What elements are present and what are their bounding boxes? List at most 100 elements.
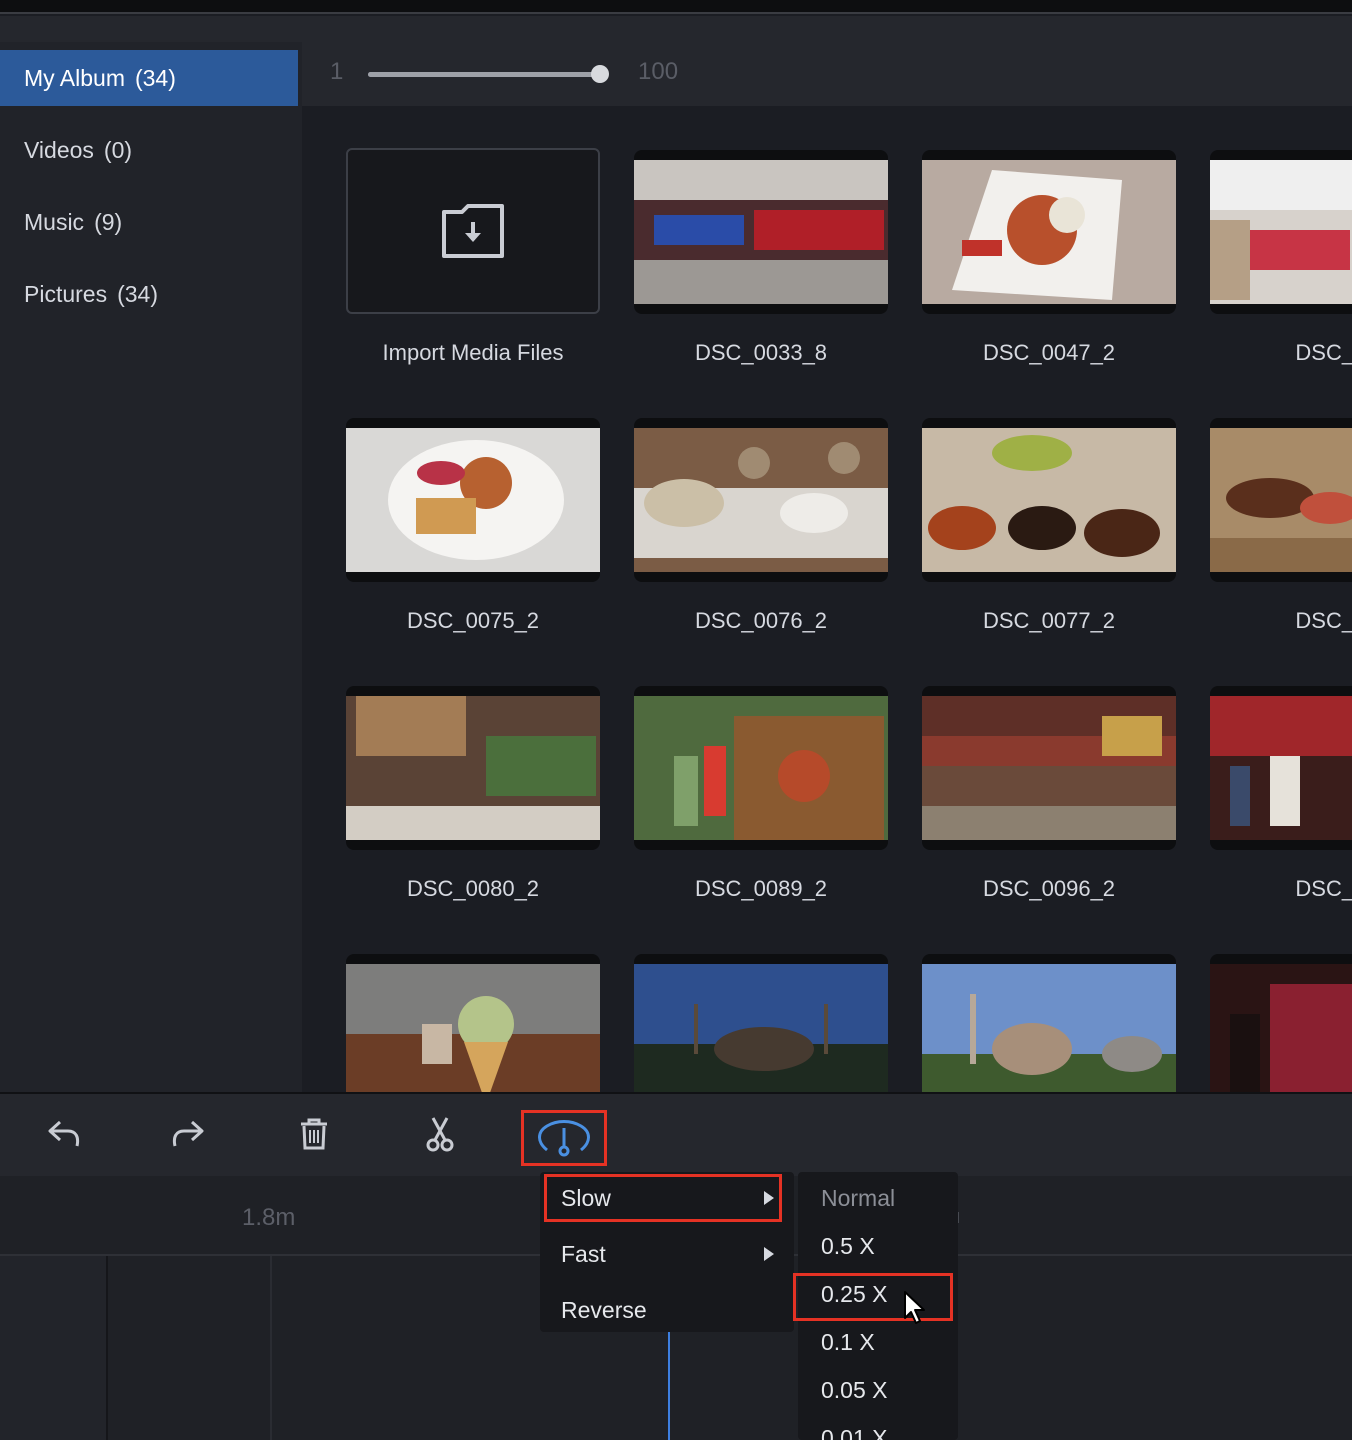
speed-option-0.5x[interactable]: 0.5 X <box>798 1222 958 1270</box>
speed-option-0.05x[interactable]: 0.05 X <box>798 1366 958 1414</box>
tile-label: DSC_0077_2 <box>982 608 1116 633</box>
submenu-arrow-icon <box>764 1191 774 1205</box>
media-tile[interactable]: DSC_01 <box>1210 686 1352 902</box>
media-tile[interactable]: DSC_0033_8 <box>634 150 888 366</box>
tile-label: DSC_0047_2 <box>982 340 1116 365</box>
import-box[interactable] <box>346 148 600 314</box>
media-tile[interactable]: DSC_0076_2 <box>634 418 888 634</box>
tile-label: DSC_0096_2 <box>982 876 1116 901</box>
thumbnail[interactable] <box>634 150 888 314</box>
sidebar-item-count: (9) <box>94 208 123 235</box>
thumbnail[interactable] <box>922 150 1176 314</box>
sidebar-item-pictures[interactable]: Pictures (34) <box>0 266 298 322</box>
slider-min-label: 1 <box>330 58 344 85</box>
tile-label: DSC_0089_2 <box>694 876 828 901</box>
speed-option-0.1x[interactable]: 0.1 X <box>798 1318 958 1366</box>
media-tile[interactable]: DSC_0077_2 <box>922 418 1176 634</box>
media-tile[interactable]: DSC_0096_2 <box>922 686 1176 902</box>
sidebar-item-label: Pictures <box>24 280 108 307</box>
thumbnail[interactable] <box>1210 686 1352 850</box>
thumbnail-mosque-night-image <box>634 964 888 1092</box>
tile-label: DSC_0080_2 <box>406 876 540 901</box>
thumbnail-dishes-image <box>922 428 1176 572</box>
thumbnail[interactable] <box>634 686 888 850</box>
slider-max-label: 100 <box>638 58 679 85</box>
speed-button[interactable] <box>521 1110 607 1166</box>
thumbnail[interactable] <box>1210 418 1352 582</box>
media-tile[interactable] <box>1210 954 1352 1092</box>
cut-button[interactable] <box>418 1112 462 1156</box>
media-tile[interactable]: DSC_0089_2 <box>634 686 888 902</box>
thumbnail[interactable] <box>634 418 888 582</box>
thumbnail-mosque-day-image <box>922 964 1176 1092</box>
delete-button[interactable] <box>292 1112 336 1156</box>
sidebar-item-my-album[interactable]: My Album (34) <box>0 50 298 106</box>
trash-icon <box>301 1118 327 1150</box>
media-tile[interactable] <box>346 954 600 1092</box>
thumbnail-lounge-image <box>1210 160 1352 304</box>
slider-fill <box>368 72 600 77</box>
sidebar-item-music[interactable]: Music (9) <box>0 194 298 250</box>
sidebar-item-videos[interactable]: Videos (0) <box>0 122 298 178</box>
playhead[interactable] <box>668 1330 670 1440</box>
thumbnail[interactable] <box>346 686 600 850</box>
track-header <box>0 1256 108 1440</box>
menu-item-label: Reverse <box>561 1296 647 1323</box>
speed-option-label: 0.25 X <box>821 1280 888 1307</box>
folder-import-icon <box>442 204 504 258</box>
undo-icon <box>48 1120 80 1147</box>
undo-button[interactable] <box>42 1112 86 1156</box>
thumbnail-spices-image <box>922 696 1176 840</box>
thumbnail-plate-image <box>922 160 1176 304</box>
thumbnail-icecream-image <box>346 964 600 1092</box>
sidebar: My Album (34) Videos (0) Music (9) Pictu… <box>0 42 302 1092</box>
thumbnail-buffet-image <box>634 428 888 572</box>
thumbnail[interactable] <box>922 954 1176 1092</box>
track-divider <box>270 1256 272 1440</box>
sidebar-item-label: My Album <box>24 64 125 91</box>
thumbnail-bazaar-image <box>1210 964 1352 1092</box>
thumbnail[interactable] <box>634 954 888 1092</box>
menu-item-reverse[interactable]: Reverse <box>540 1286 794 1334</box>
thumbnail[interactable] <box>1210 150 1352 314</box>
thumbnail[interactable] <box>922 686 1176 850</box>
media-tile[interactable]: DSC_00 <box>1210 150 1352 366</box>
thumbnail-shop-image <box>1210 696 1352 840</box>
redo-button[interactable] <box>166 1112 210 1156</box>
thumbnail-food-image <box>1210 428 1352 572</box>
title-bar <box>0 0 1352 14</box>
sidebar-item-count: (0) <box>103 136 133 163</box>
sidebar-item-label: Music <box>24 208 85 235</box>
media-tile[interactable]: DSC_0075_2 <box>346 418 600 634</box>
speed-option-label: 0.05 X <box>821 1376 888 1403</box>
media-tile[interactable]: DSC_0080_2 <box>346 686 600 902</box>
sidebar-item-label: Videos <box>24 136 94 163</box>
edit-toolbar <box>0 1092 1352 1176</box>
tile-label: DSC_00 <box>1295 340 1352 365</box>
menu-item-fast[interactable]: Fast <box>540 1230 794 1278</box>
menu-item-slow[interactable]: Slow <box>540 1174 794 1222</box>
speed-option-0.25x[interactable]: 0.25 X <box>798 1270 958 1318</box>
thumbnail-size-slider[interactable] <box>368 65 609 83</box>
thumbnail[interactable] <box>922 418 1176 582</box>
tile-label: DSC_0033_8 <box>694 340 828 365</box>
tile-label: DSC_00 <box>1295 608 1352 633</box>
thumbnail[interactable] <box>346 418 600 582</box>
import-media-tile[interactable]: Import Media Files <box>346 148 600 366</box>
speed-option-label: 0.5 X <box>821 1232 875 1259</box>
speed-option-normal[interactable]: Normal <box>798 1174 958 1222</box>
media-grid: Import Media Files DSC_0033_8 DSC_0047_2… <box>302 106 1352 1092</box>
mouse-cursor-icon <box>904 1291 925 1324</box>
media-tile[interactable]: DSC_00 <box>1210 418 1352 634</box>
tile-label: DSC_0075_2 <box>406 608 540 633</box>
thumbnail[interactable] <box>1210 954 1352 1092</box>
menu-item-label: Slow <box>561 1184 611 1211</box>
media-tile[interactable] <box>634 954 888 1092</box>
thumbnail[interactable] <box>346 954 600 1092</box>
top-strip <box>0 16 1352 42</box>
media-tile[interactable] <box>922 954 1176 1092</box>
menu-item-label: Fast <box>561 1240 606 1267</box>
speed-option-0.01x[interactable]: 0.01 X <box>798 1414 958 1440</box>
media-tile[interactable]: DSC_0047_2 <box>922 150 1176 366</box>
slider-handle[interactable] <box>591 65 609 83</box>
